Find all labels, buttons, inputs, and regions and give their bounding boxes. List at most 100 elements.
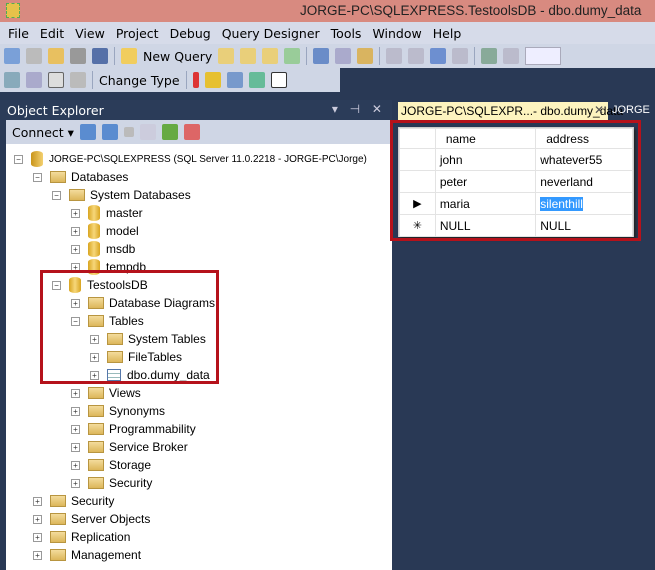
expand-icon[interactable]: + bbox=[71, 226, 80, 236]
tree-node-label: Synonyms bbox=[109, 404, 166, 418]
tree-node[interactable]: + Replication bbox=[33, 528, 130, 546]
expand-icon[interactable]: + bbox=[71, 424, 80, 434]
show-sql-pane-icon[interactable] bbox=[48, 72, 64, 88]
menu-view[interactable]: View bbox=[71, 26, 112, 41]
navigate-icon[interactable] bbox=[430, 48, 447, 64]
expand-icon[interactable]: + bbox=[71, 244, 80, 254]
search-input[interactable] bbox=[525, 47, 562, 65]
title-bar: JORGE-PC\SQLEXPRESS.TestoolsDB - dbo.dum… bbox=[0, 0, 655, 22]
tree-node[interactable]: + Management bbox=[33, 546, 141, 564]
tab-label: JORGE-PC\SQLEXPR...- dbo.dumy_data bbox=[401, 104, 624, 118]
connect-icon[interactable] bbox=[79, 124, 96, 140]
menu-help[interactable]: Help bbox=[429, 26, 469, 41]
change-type-button[interactable]: Change Type bbox=[99, 73, 180, 88]
cut-icon[interactable] bbox=[313, 48, 330, 64]
add-derived-table-icon[interactable] bbox=[270, 72, 287, 88]
expand-icon[interactable]: + bbox=[33, 550, 42, 560]
menu-tools[interactable]: Tools bbox=[327, 26, 369, 41]
filter-icon[interactable] bbox=[139, 124, 156, 140]
verify-sql-icon[interactable] bbox=[204, 72, 221, 88]
mdx-query-icon[interactable] bbox=[240, 48, 257, 64]
folder-icon bbox=[88, 459, 104, 471]
tree-node[interactable]: + Server Objects bbox=[33, 510, 150, 528]
tree-node-label: master bbox=[106, 206, 143, 220]
xmla-query-icon[interactable] bbox=[284, 48, 301, 64]
menu-window[interactable]: Window bbox=[368, 26, 428, 41]
show-results-pane-icon[interactable] bbox=[70, 72, 86, 88]
tree-node[interactable]: + Programmability bbox=[71, 420, 196, 438]
connect-button[interactable]: Connect ▾ bbox=[12, 125, 74, 140]
tree-node[interactable]: + Synonyms bbox=[71, 402, 165, 420]
expand-icon[interactable]: + bbox=[71, 208, 80, 218]
tree-node[interactable]: + Security bbox=[33, 492, 114, 510]
expand-icon[interactable]: + bbox=[33, 514, 42, 524]
tree-node-label: Databases bbox=[71, 170, 129, 184]
tree-node[interactable]: + Security bbox=[71, 474, 152, 492]
separator bbox=[185, 71, 187, 89]
dmx-query-icon[interactable] bbox=[262, 48, 279, 64]
disconnect-icon[interactable] bbox=[101, 124, 118, 140]
menu-file[interactable]: File bbox=[4, 26, 36, 41]
close-tab-icon[interactable]: ✕ bbox=[594, 103, 604, 117]
save-all-icon[interactable] bbox=[92, 48, 108, 64]
new-project-icon[interactable] bbox=[4, 48, 20, 64]
new-query-button[interactable]: New Query bbox=[143, 49, 212, 64]
tree-node-label: Views bbox=[109, 386, 141, 400]
show-diagram-pane-icon[interactable] bbox=[4, 72, 20, 88]
tree-node-label: JORGE-PC\SQLEXPRESS (SQL Server 11.0.221… bbox=[49, 153, 367, 165]
paste-icon[interactable] bbox=[357, 48, 374, 64]
redo-icon[interactable] bbox=[408, 48, 425, 64]
open-file-icon[interactable] bbox=[48, 48, 64, 64]
tree-node[interactable]: + Views bbox=[71, 384, 141, 402]
separator bbox=[92, 71, 93, 89]
expand-icon[interactable]: + bbox=[33, 496, 42, 506]
menu-edit[interactable]: Edit bbox=[36, 26, 71, 41]
menu-debug[interactable]: Debug bbox=[166, 26, 218, 41]
folder-icon bbox=[50, 513, 66, 525]
activity-monitor-icon[interactable] bbox=[481, 48, 498, 64]
tree-node[interactable]: + master bbox=[71, 204, 143, 222]
tab-next[interactable]: JORGE bbox=[612, 104, 650, 116]
group-by-icon[interactable] bbox=[226, 72, 243, 88]
execute-icon[interactable] bbox=[192, 72, 199, 88]
folder-icon bbox=[88, 387, 104, 399]
collapse-icon[interactable]: − bbox=[33, 172, 42, 182]
tree-node-label: model bbox=[106, 224, 139, 238]
expand-icon[interactable]: + bbox=[33, 532, 42, 542]
stop-icon[interactable] bbox=[123, 127, 134, 137]
forward-icon[interactable] bbox=[452, 48, 469, 64]
tree-node[interactable]: + Storage bbox=[71, 456, 151, 474]
expand-icon[interactable]: + bbox=[71, 388, 80, 398]
expand-icon[interactable]: + bbox=[71, 460, 80, 470]
tree-node[interactable]: + Service Broker bbox=[71, 438, 188, 456]
folder-icon bbox=[69, 189, 85, 201]
tree-node[interactable]: − Databases bbox=[33, 168, 128, 186]
tab-dumy-data[interactable]: JORGE-PC\SQLEXPR...- dbo.dumy_data ✕ bbox=[398, 102, 623, 120]
menu-bar: File Edit View Project Debug Query Designer To… bbox=[0, 22, 655, 44]
tree-node-label: Server Objects bbox=[71, 512, 151, 526]
expand-icon[interactable]: + bbox=[71, 478, 80, 488]
save-icon[interactable] bbox=[70, 48, 86, 64]
tree-node[interactable]: + msdb bbox=[71, 240, 135, 258]
stop-activity-icon[interactable] bbox=[183, 124, 200, 140]
expand-icon[interactable]: + bbox=[71, 442, 80, 452]
show-criteria-pane-icon[interactable] bbox=[26, 72, 42, 88]
collapse-icon[interactable]: − bbox=[14, 154, 23, 164]
database-engine-query-icon[interactable] bbox=[218, 48, 235, 64]
menu-query-designer[interactable]: Query Designer bbox=[218, 26, 327, 41]
start-icon[interactable] bbox=[503, 48, 520, 64]
tree-node[interactable]: + model bbox=[71, 222, 139, 240]
object-explorer-header: Object Explorer ▾ ⊣ ✕ bbox=[0, 100, 392, 120]
refresh-icon[interactable] bbox=[161, 124, 178, 140]
folder-icon bbox=[88, 405, 104, 417]
add-item-icon[interactable] bbox=[26, 48, 42, 64]
add-table-icon[interactable] bbox=[248, 72, 265, 88]
pane-controls[interactable]: ▾ ⊣ ✕ bbox=[332, 102, 386, 116]
tree-node[interactable]: − System Databases bbox=[52, 186, 191, 204]
expand-icon[interactable]: + bbox=[71, 406, 80, 416]
menu-project[interactable]: Project bbox=[112, 26, 166, 41]
copy-icon[interactable] bbox=[335, 48, 352, 64]
tree-node[interactable]: − JORGE-PC\SQLEXPRESS (SQL Server 11.0.22… bbox=[14, 150, 367, 168]
collapse-icon[interactable]: − bbox=[52, 190, 61, 200]
undo-icon[interactable] bbox=[386, 48, 403, 64]
